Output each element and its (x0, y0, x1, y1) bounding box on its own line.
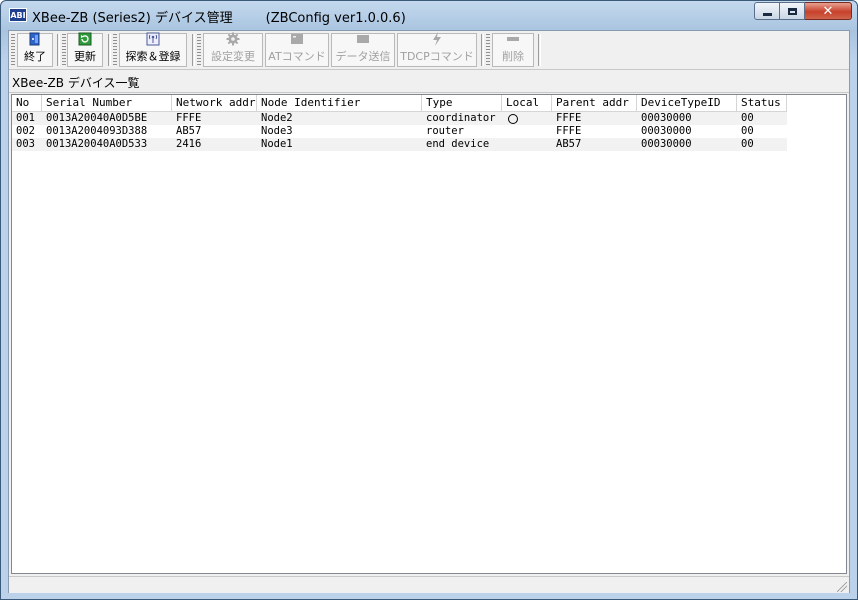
toolbar: 終了 更新 探索＆登録 設定変更 ATコマンド データ送信 TDCPコマンド 削… (9, 31, 849, 70)
search-register-label: 探索＆登録 (125, 50, 181, 63)
cell-no: 002 (16, 125, 35, 137)
close-icon: ✕ (822, 3, 834, 19)
toolbar-separator (108, 34, 111, 66)
exit-door-icon (28, 32, 42, 46)
close-button[interactable]: ✕ (805, 2, 852, 20)
client-area: 終了 更新 探索＆登録 設定変更 ATコマンド データ送信 TDCPコマンド 削… (8, 30, 850, 593)
cell-network: FFFE (176, 112, 202, 124)
at-command-button[interactable]: ATコマンド (265, 33, 329, 67)
settings-button[interactable]: 設定変更 (203, 32, 263, 67)
cell-parent: FFFE (556, 125, 582, 137)
minimize-icon (762, 12, 772, 16)
cell-local (502, 138, 552, 151)
cell-status: 00 (741, 125, 754, 137)
app-window: ABI XBee-ZB (Series2) デバイス管理 (ZBConfig v… (0, 0, 858, 600)
toolbar-grip[interactable] (197, 34, 201, 66)
toolbar-grip[interactable] (486, 34, 490, 66)
toolbar-grip[interactable] (62, 34, 66, 66)
maximize-button[interactable] (780, 2, 805, 20)
column-header-type[interactable]: Type (422, 95, 502, 111)
status-bar (9, 576, 849, 593)
toolbar-separator (192, 34, 195, 66)
title-bar[interactable]: ABI XBee-ZB (Series2) デバイス管理 (ZBConfig v… (1, 1, 857, 29)
cell-device-type: 00030000 (641, 112, 692, 124)
cell-node-id: Node3 (261, 125, 293, 137)
tdcp-command-button[interactable]: TDCPコマンド (397, 32, 477, 67)
refresh-button[interactable]: 更新 (67, 32, 103, 67)
cell-type: coordinator (426, 112, 496, 124)
cell-serial: 0013A20040A0D5BE (46, 112, 148, 124)
exit-label: 終了 (24, 50, 46, 63)
send-data-label: データ送信 (335, 50, 391, 63)
device-list-title: XBee-ZB デバイス一覧 (12, 76, 140, 90)
refresh-label: 更新 (74, 50, 96, 63)
cell-parent: AB57 (556, 138, 582, 150)
column-header-local[interactable]: Local (502, 95, 552, 111)
exit-button[interactable]: 終了 (17, 32, 53, 67)
cell-local (502, 112, 552, 125)
toolbar-separator (57, 34, 60, 66)
cell-device-type: 00030000 (641, 138, 692, 150)
column-header-network[interactable]: Network addr (172, 95, 257, 111)
cell-parent: FFFE (556, 112, 582, 124)
column-header-serial[interactable]: Serial Number (42, 95, 172, 111)
table-header: No Serial Number Network addr Node Ident… (12, 95, 787, 112)
cell-status: 00 (741, 112, 754, 124)
terminal-icon (290, 32, 304, 46)
cell-local (502, 125, 552, 138)
search-register-button[interactable]: 探索＆登録 (119, 32, 187, 67)
cell-node-id: Node2 (261, 112, 293, 124)
table-row[interactable]: 001 0013A20040A0D5BE FFFE Node2 coordina… (12, 112, 787, 125)
column-header-status[interactable]: Status (737, 95, 787, 111)
send-data-button[interactable]: データ送信 (331, 33, 395, 67)
cell-serial: 0013A2004093D388 (46, 125, 148, 137)
cell-node-id: Node1 (261, 138, 293, 150)
table-row[interactable]: 003 0013A20040A0D533 2416 Node1 end devi… (12, 138, 787, 151)
cell-network: AB57 (176, 125, 202, 137)
tdcp-command-label: TDCPコマンド (400, 50, 474, 63)
toolbar-separator (538, 34, 541, 66)
cell-type: end device (426, 138, 490, 150)
device-list[interactable]: No Serial Number Network addr Node Ident… (11, 94, 847, 574)
cell-device-type: 00030000 (641, 125, 692, 137)
cell-no: 001 (16, 112, 35, 124)
cell-type: router (426, 125, 464, 137)
maximize-icon (787, 7, 797, 15)
delete-label: 削除 (502, 50, 524, 63)
column-header-device-type[interactable]: DeviceTypeID (637, 95, 737, 111)
cell-no: 003 (16, 138, 35, 150)
resize-grip-icon[interactable] (837, 582, 847, 592)
toolbar-separator (481, 34, 484, 66)
toolbar-grip[interactable] (113, 34, 117, 66)
cell-network: 2416 (176, 138, 202, 150)
app-icon: ABI (9, 8, 27, 22)
column-header-no[interactable]: No (12, 95, 42, 111)
data-icon (356, 32, 370, 46)
column-header-parent[interactable]: Parent addr (552, 95, 637, 111)
column-header-node-id[interactable]: Node Identifier (257, 95, 422, 111)
settings-label: 設定変更 (211, 50, 255, 63)
device-list-caption: XBee-ZB デバイス一覧 (9, 70, 849, 93)
refresh-icon (78, 32, 92, 46)
minimize-button[interactable] (754, 2, 780, 20)
cell-status: 00 (741, 138, 754, 150)
local-circle-icon (508, 114, 518, 124)
cell-serial: 0013A20040A0D533 (46, 138, 148, 150)
lightning-icon (430, 32, 444, 46)
antenna-icon (146, 32, 160, 46)
table-row[interactable]: 002 0013A2004093D388 AB57 Node3 router F… (12, 125, 787, 138)
window-title: XBee-ZB (Series2) デバイス管理 (ZBConfig ver1.… (32, 11, 406, 26)
toolbar-grip[interactable] (11, 34, 15, 66)
delete-button[interactable]: 削除 (492, 33, 534, 67)
window-controls: ✕ (754, 2, 852, 20)
at-command-label: ATコマンド (268, 50, 326, 63)
gear-icon (226, 32, 240, 46)
minus-icon (506, 32, 520, 46)
